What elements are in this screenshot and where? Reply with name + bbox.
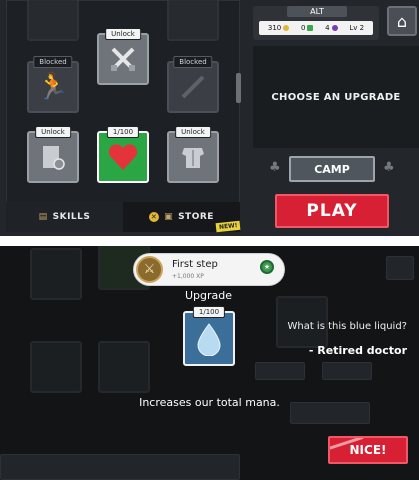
mana-upgrade-card: 1/100: [183, 306, 235, 366]
skill-tile-ghost: [167, 0, 219, 41]
stats-header: ALT 310 0 4 Lv 2: [253, 6, 379, 40]
achievement-xp: +1,000 XP: [172, 273, 204, 280]
gold-coin-icon: [283, 25, 290, 31]
upgrade-title: Upgrade: [185, 289, 233, 302]
play-button[interactable]: PLAY: [275, 194, 389, 228]
campfire-icon: ♣: [269, 160, 281, 175]
skills-tabbar: ▤ SKILLS ✕ ▣ STORE: [6, 202, 240, 232]
dimmed-button: [386, 256, 414, 280]
sword-icon: [169, 63, 217, 111]
achievement-icon: ⚔: [136, 256, 163, 283]
skill-tile-armor[interactable]: Unlock: [167, 126, 219, 183]
upgrade-panel-title: CHOOSE AN UPGRADE: [271, 91, 401, 103]
skill-tile-sword[interactable]: Blocked: [167, 56, 219, 113]
tab-skills-label: SKILLS: [52, 212, 91, 222]
gem-stat: 0: [300, 24, 314, 32]
potion-value: 4: [325, 24, 330, 32]
upgrade-overlay-screen: ⚔ First step +1,000 XP ★ Upgrade 1/100 W…: [0, 246, 419, 480]
tab-store-label: STORE: [178, 212, 214, 222]
water-drop-icon: [185, 313, 233, 364]
scroll-icon: ▤: [38, 212, 48, 222]
home-icon: ⌂: [396, 11, 408, 31]
right-column: ALT 310 0 4 Lv 2 ⌂ CHOOSE AN UPGRADE ♣ C…: [253, 0, 419, 236]
campfire-icon: ♣: [383, 160, 395, 175]
runner-icon: 🏃: [36, 72, 70, 102]
gold-value: 310: [267, 24, 282, 32]
upgrade-description: Increases our total mana.: [139, 396, 280, 409]
potion-stat: 4: [325, 24, 338, 32]
skills-screen: Unlock Blocked 🏃 Blocked Unlock 1/100 Un…: [0, 0, 419, 236]
camp-button[interactable]: CAMP: [289, 156, 375, 182]
skills-grid: Unlock Blocked 🏃 Blocked Unlock 1/100 Un…: [6, 0, 241, 232]
gem-icon: [307, 25, 314, 31]
gold-stat: 310: [267, 24, 290, 32]
heart-icon: [99, 133, 147, 181]
gem-value: 0: [300, 24, 306, 32]
dimmed-button: [255, 362, 305, 380]
dimmed-tile: [30, 341, 82, 393]
ribbon-icon: ★: [260, 260, 274, 274]
nice-button-label: NICE!: [349, 443, 387, 457]
shield-icon: [29, 133, 77, 181]
crossed-swords-icon: [99, 35, 147, 83]
achievement-title: First step: [172, 259, 218, 270]
alt-badge: ALT: [287, 6, 347, 17]
achievement-toast: ⚔ First step +1,000 XP ★: [134, 254, 284, 285]
skill-tile-shield[interactable]: Unlock: [27, 126, 79, 183]
skill-tile-crossed-swords[interactable]: Unlock: [97, 28, 149, 85]
tab-skills[interactable]: ▤ SKILLS: [6, 202, 123, 232]
dimmed-tile: [30, 248, 82, 300]
dimmed-tabbar: [0, 454, 240, 480]
armor-icon: [169, 133, 217, 181]
upgrade-panel: CHOOSE AN UPGRADE: [253, 46, 419, 148]
potion-icon: [331, 25, 338, 31]
dimmed-button: [322, 362, 372, 380]
skill-tile-ghost: [27, 0, 79, 41]
level-stat: Lv 2: [349, 24, 365, 32]
skills-scrollbar[interactable]: [236, 73, 241, 103]
cart-icon: ▣: [164, 212, 174, 222]
flavor-quote: What is this blue liquid?: [287, 321, 407, 332]
dimmed-tile: [98, 341, 150, 393]
quote-author: - Retired doctor: [308, 344, 407, 357]
skill-tile-runner[interactable]: Blocked 🏃: [27, 56, 79, 113]
coin-icon: ✕: [149, 212, 160, 222]
resource-bar: 310 0 4 Lv 2: [259, 21, 373, 35]
skill-tile-heart[interactable]: 1/100: [97, 126, 149, 183]
nice-button[interactable]: NICE!: [328, 436, 408, 464]
home-button[interactable]: ⌂: [387, 6, 417, 36]
